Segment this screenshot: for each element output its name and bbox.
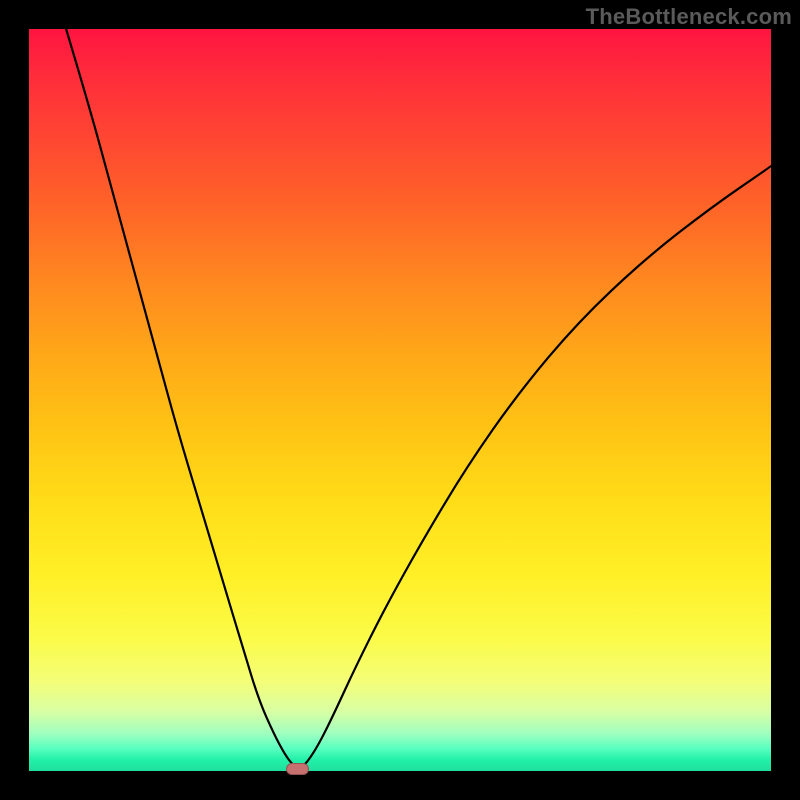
plot-area xyxy=(29,29,771,771)
optimum-marker xyxy=(286,763,310,775)
chart-frame: TheBottleneck.com xyxy=(0,0,800,800)
bottleneck-curve xyxy=(66,29,771,769)
curve-layer xyxy=(29,29,771,771)
watermark-text: TheBottleneck.com xyxy=(586,4,792,30)
